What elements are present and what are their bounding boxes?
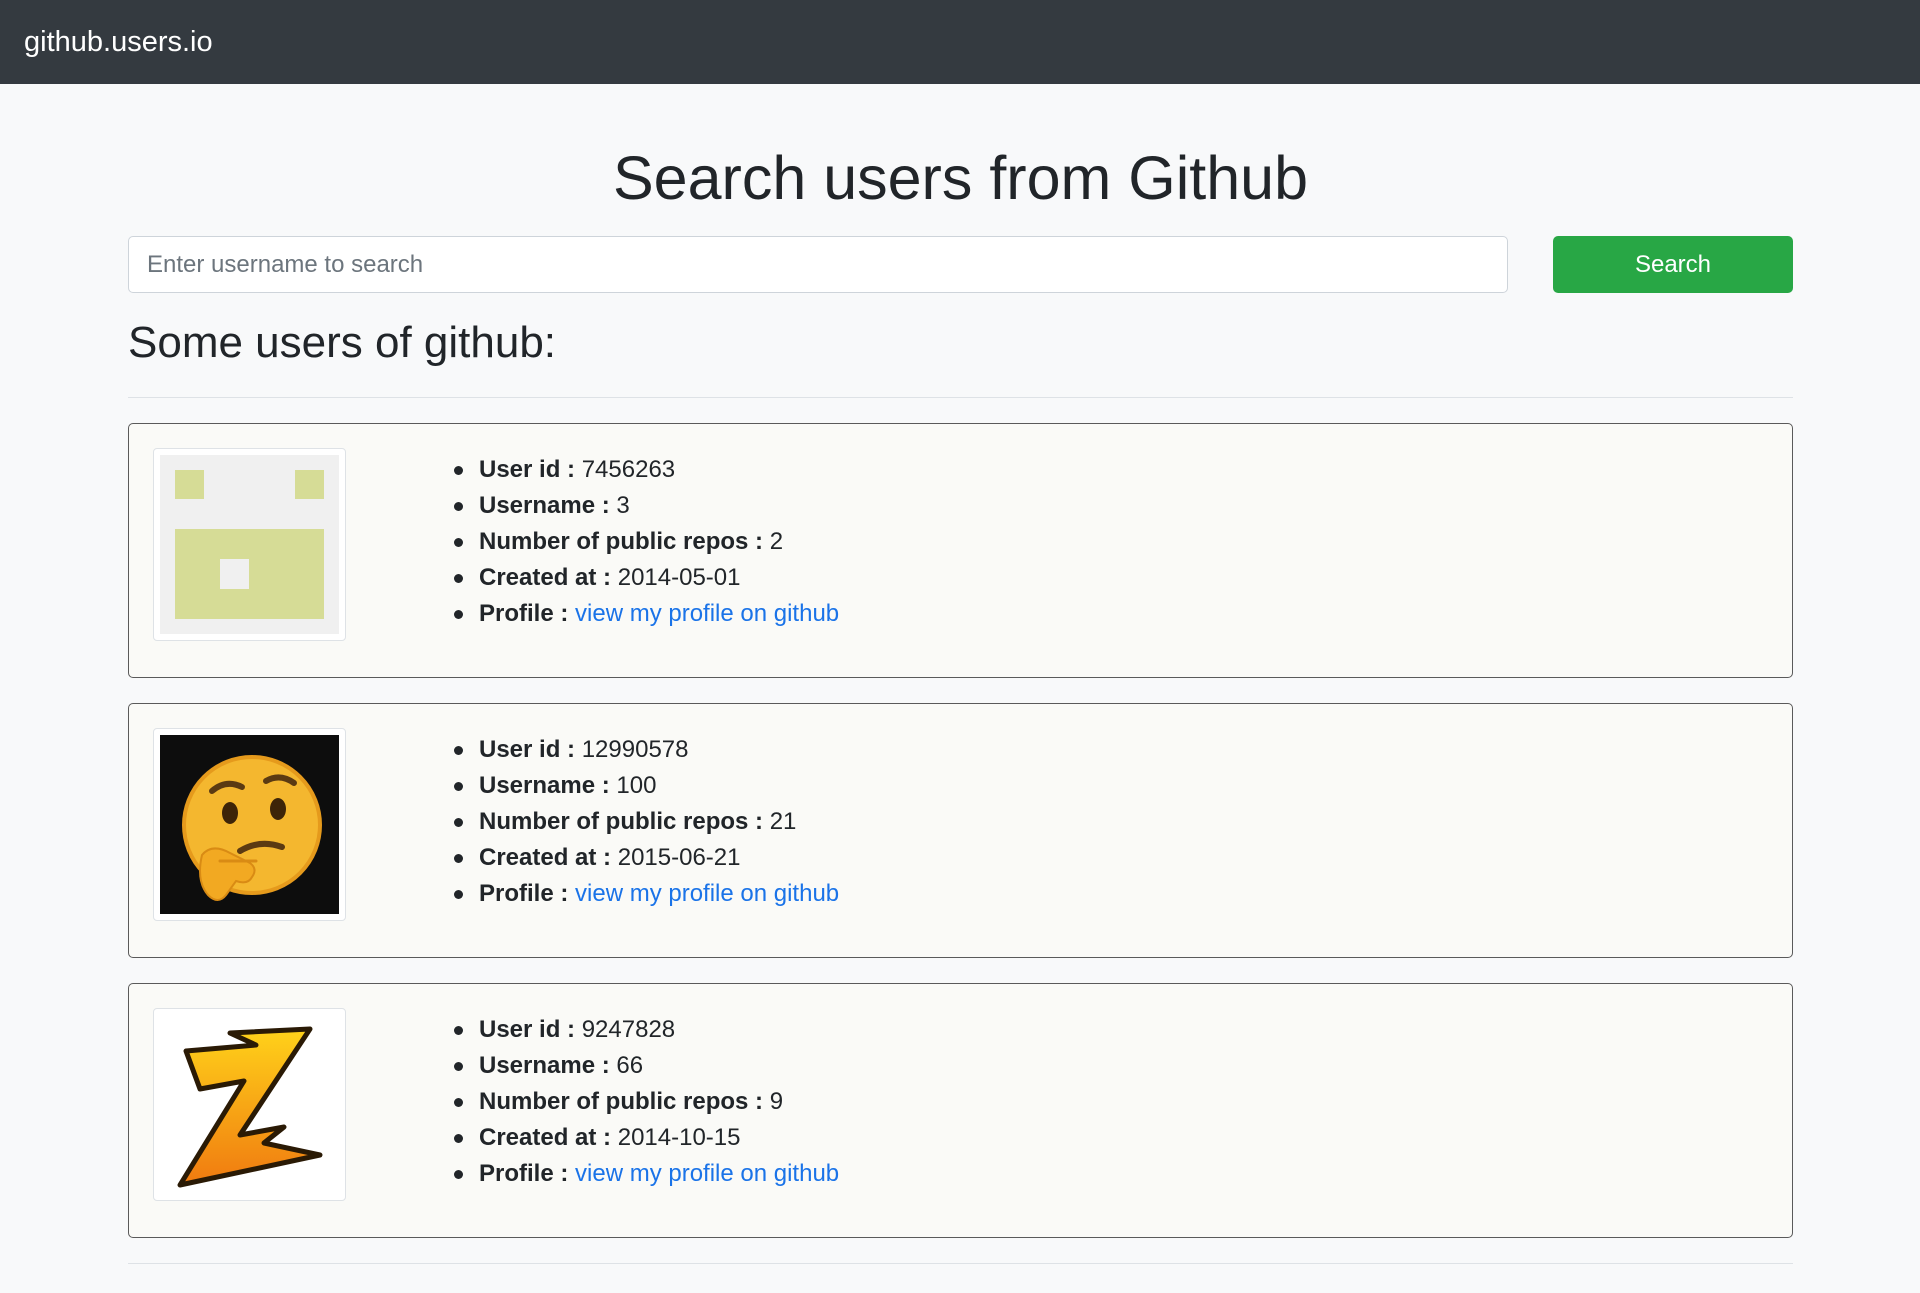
username-value: 100 bbox=[616, 772, 657, 799]
profile-label: Profile : bbox=[479, 880, 569, 907]
user-details-list: User id : 12990578 Username : 100 Number… bbox=[453, 732, 839, 912]
user-card: User id : 9247828 Username : 66 Number o… bbox=[128, 983, 1793, 1238]
profile-label: Profile : bbox=[479, 1160, 569, 1187]
created-value: 2014-10-15 bbox=[617, 1124, 741, 1151]
main-container: Search users from Github Search Some use… bbox=[128, 84, 1793, 1264]
search-input[interactable] bbox=[128, 236, 1508, 293]
username-label: Username : bbox=[479, 772, 610, 799]
avatar bbox=[153, 1008, 346, 1201]
user-card: User id : 12990578 Username : 100 Number… bbox=[128, 703, 1793, 958]
user-id-value: 7456263 bbox=[581, 456, 676, 483]
created-value: 2015-06-21 bbox=[617, 844, 741, 871]
repos-value: 2 bbox=[769, 528, 784, 555]
username-label: Username : bbox=[479, 1052, 610, 1079]
pixel-identicon-icon bbox=[160, 455, 339, 634]
list-item: Username : 100 bbox=[453, 768, 839, 804]
list-item: Profile : view my profile on github bbox=[453, 1156, 839, 1192]
profile-link[interactable]: view my profile on github bbox=[575, 600, 839, 627]
profile-link[interactable]: view my profile on github bbox=[575, 1160, 839, 1187]
user-card: User id : 7456263 Username : 3 Number of… bbox=[128, 423, 1793, 678]
created-label: Created at : bbox=[479, 564, 612, 591]
page-title: Search users from Github bbox=[612, 144, 1308, 212]
list-item: Username : 66 bbox=[453, 1048, 839, 1084]
user-id-label: User id : bbox=[479, 736, 576, 763]
username-value: 66 bbox=[616, 1052, 644, 1079]
search-button[interactable]: Search bbox=[1553, 236, 1793, 293]
list-item: Username : 3 bbox=[453, 488, 839, 524]
list-item: User id : 12990578 bbox=[453, 732, 839, 768]
list-item: Number of public repos : 9 bbox=[453, 1084, 839, 1120]
brand-link[interactable]: github.users.io bbox=[24, 26, 213, 59]
list-item: User id : 7456263 bbox=[453, 452, 839, 488]
list-item: Number of public repos : 2 bbox=[453, 524, 839, 560]
repos-label: Number of public repos : bbox=[479, 528, 764, 555]
bottom-divider bbox=[128, 1263, 1793, 1264]
repos-value: 21 bbox=[769, 808, 797, 835]
list-item: Created at : 2014-05-01 bbox=[453, 560, 839, 596]
lightning-z-logo-icon bbox=[160, 1015, 339, 1194]
profile-link[interactable]: view my profile on github bbox=[575, 880, 839, 907]
avatar bbox=[153, 728, 346, 921]
user-id-label: User id : bbox=[479, 456, 576, 483]
profile-label: Profile : bbox=[479, 600, 569, 627]
list-item: Profile : view my profile on github bbox=[453, 876, 839, 912]
created-label: Created at : bbox=[479, 844, 612, 871]
user-id-value: 12990578 bbox=[581, 736, 689, 763]
username-label: Username : bbox=[479, 492, 610, 519]
username-value: 3 bbox=[616, 492, 630, 519]
users-section-title: Some users of github: bbox=[128, 318, 557, 367]
section-divider bbox=[128, 397, 1793, 398]
list-item: Number of public repos : 21 bbox=[453, 804, 839, 840]
list-item: Profile : view my profile on github bbox=[453, 596, 839, 632]
avatar bbox=[153, 448, 346, 641]
repos-label: Number of public repos : bbox=[479, 808, 764, 835]
list-item: Created at : 2014-10-15 bbox=[453, 1120, 839, 1156]
user-id-value: 9247828 bbox=[581, 1016, 676, 1043]
repos-label: Number of public repos : bbox=[479, 1088, 764, 1115]
created-label: Created at : bbox=[479, 1124, 612, 1151]
navbar: github.users.io bbox=[0, 0, 1920, 84]
user-details-list: User id : 9247828 Username : 66 Number o… bbox=[453, 1012, 839, 1192]
user-id-label: User id : bbox=[479, 1016, 576, 1043]
list-item: Created at : 2015-06-21 bbox=[453, 840, 839, 876]
thinking-face-emoji-icon bbox=[160, 735, 339, 914]
created-value: 2014-05-01 bbox=[617, 564, 741, 591]
repos-value: 9 bbox=[769, 1088, 784, 1115]
user-details-list: User id : 7456263 Username : 3 Number of… bbox=[453, 452, 839, 632]
search-row: Search bbox=[128, 236, 1793, 293]
list-item: User id : 9247828 bbox=[453, 1012, 839, 1048]
